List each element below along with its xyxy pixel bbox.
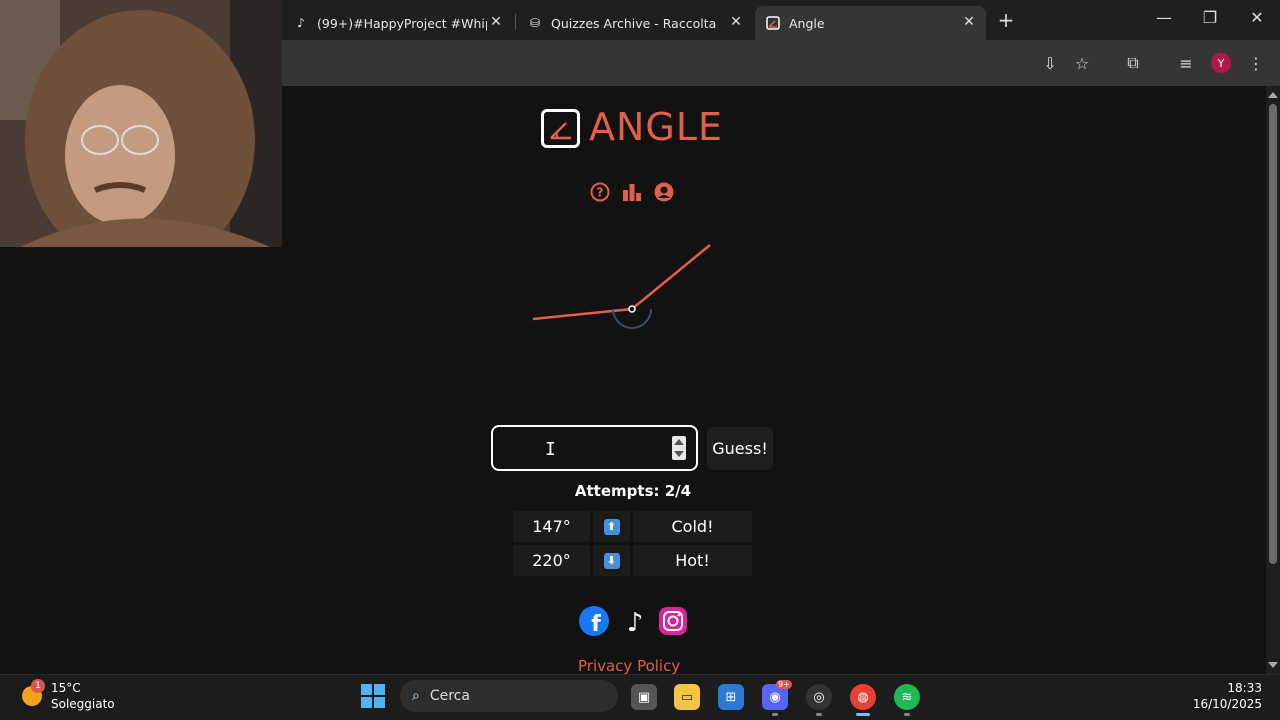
arrow-down-icon: ⬇ bbox=[603, 552, 620, 569]
tab-quizzes-archive[interactable]: ⛁ Quizzes Archive - Raccolta di D ✕ bbox=[517, 6, 753, 40]
search-placeholder: Cerca bbox=[429, 688, 470, 704]
weather-description[interactable]: Soleggiato bbox=[51, 697, 115, 711]
guess-button[interactable]: Guess! bbox=[707, 427, 773, 470]
page-scrollbar[interactable] bbox=[1266, 86, 1280, 674]
restore-icon[interactable]: ❐ bbox=[1198, 8, 1222, 27]
app-running-indicator bbox=[904, 713, 910, 716]
tab-separator bbox=[515, 14, 516, 30]
windows-start-icon[interactable] bbox=[361, 684, 385, 708]
weather-temperature[interactable]: 15°C bbox=[51, 681, 81, 695]
help-icon[interactable]: ? bbox=[590, 182, 610, 202]
stats-icon[interactable] bbox=[622, 182, 642, 202]
weather-badge: 1 bbox=[31, 679, 45, 693]
extensions-icon[interactable]: ⧉ bbox=[1122, 52, 1144, 74]
spotify-icon[interactable]: ≋ bbox=[894, 684, 920, 710]
history-degrees: 147° bbox=[513, 511, 590, 542]
tab-title: (99+)#HappyProject #Whiplash bbox=[317, 15, 487, 31]
angle-ray-left bbox=[532, 307, 633, 321]
tiktok-icon: ♪ bbox=[297, 16, 305, 30]
scroll-up-icon[interactable] bbox=[1268, 92, 1278, 98]
close-icon[interactable]: ✕ bbox=[960, 14, 978, 30]
instagram-icon[interactable] bbox=[658, 606, 688, 636]
arrow-up-icon: ⬆ bbox=[603, 518, 620, 535]
install-app-icon[interactable]: ⇩ bbox=[1039, 52, 1061, 74]
guess-input[interactable] bbox=[493, 427, 653, 467]
spinner-up-icon[interactable] bbox=[674, 439, 684, 445]
scroll-thumb[interactable] bbox=[1269, 104, 1277, 564]
webcam-overlay bbox=[0, 0, 282, 247]
close-window-icon[interactable]: ✕ bbox=[1245, 8, 1269, 27]
chrome-icon[interactable]: ◍ bbox=[850, 684, 876, 710]
app-active-indicator bbox=[856, 713, 870, 716]
attempts-counter: Attempts: 2/4 bbox=[574, 482, 692, 500]
bookmark-star-icon[interactable]: ☆ bbox=[1071, 52, 1093, 74]
tab-tiktok[interactable]: ♪ (99+)#HappyProject #Whiplash ✕ bbox=[283, 6, 513, 40]
svg-text:f: f bbox=[591, 612, 601, 636]
number-spinner[interactable] bbox=[672, 436, 686, 460]
microsoft-store-icon[interactable]: ⊞ bbox=[718, 684, 744, 710]
spinner-down-icon[interactable] bbox=[674, 451, 684, 457]
history-feedback: Cold! bbox=[633, 511, 752, 542]
file-explorer-icon[interactable]: ▭ bbox=[674, 684, 700, 710]
app-running-indicator bbox=[772, 713, 778, 716]
close-icon[interactable]: ✕ bbox=[727, 14, 745, 30]
tab-angle[interactable]: Angle ✕ bbox=[755, 6, 986, 40]
text-cursor-icon: I bbox=[545, 439, 556, 460]
history-feedback: Hot! bbox=[633, 545, 752, 576]
clock-date[interactable]: 16/10/2025 bbox=[1190, 697, 1262, 711]
history-direction: ⬇ bbox=[593, 545, 630, 576]
angle-logo-icon bbox=[541, 109, 580, 148]
angle-vertex bbox=[628, 305, 636, 313]
discord-badge: 9+ bbox=[776, 680, 792, 689]
task-view-icon[interactable]: ▣ bbox=[631, 684, 657, 710]
scroll-down-icon[interactable] bbox=[1268, 662, 1278, 668]
new-tab-button[interactable]: + bbox=[996, 8, 1016, 32]
account-icon[interactable] bbox=[654, 182, 674, 202]
svg-text:♪: ♪ bbox=[627, 608, 644, 636]
history-degrees: 220° bbox=[513, 545, 590, 576]
guess-input-wrapper bbox=[491, 425, 698, 471]
close-icon[interactable]: ✕ bbox=[487, 14, 505, 30]
obs-icon[interactable]: ◎ bbox=[806, 684, 832, 710]
taskbar-search[interactable]: ⌕ Cerca bbox=[400, 680, 618, 712]
clock-time[interactable]: 18:33 bbox=[1200, 681, 1262, 695]
history-direction: ⬆ bbox=[593, 511, 630, 542]
tiktok-icon[interactable]: ♪ bbox=[620, 606, 650, 636]
search-icon: ⌕ bbox=[412, 688, 420, 704]
profile-avatar[interactable]: Y bbox=[1211, 53, 1231, 73]
quiz-archive-icon: ⛁ bbox=[529, 16, 541, 30]
menu-kebab-icon[interactable]: ⋮ bbox=[1245, 52, 1267, 74]
app-running-indicator bbox=[816, 713, 822, 716]
facebook-icon[interactable]: f bbox=[579, 606, 609, 636]
tab-title: Angle bbox=[789, 15, 825, 31]
tab-title: Quizzes Archive - Raccolta di D bbox=[551, 15, 721, 31]
media-control-icon[interactable]: ≡ bbox=[1175, 52, 1197, 74]
angle-figure bbox=[532, 244, 711, 329]
logo-text: ANGLE bbox=[589, 105, 724, 149]
angle-logo-icon bbox=[765, 15, 781, 31]
minimize-icon[interactable]: — bbox=[1152, 8, 1176, 27]
svg-text:?: ? bbox=[597, 186, 604, 200]
angle-ray-right bbox=[631, 244, 711, 310]
privacy-policy-link[interactable]: Privacy Policy bbox=[578, 657, 680, 674]
